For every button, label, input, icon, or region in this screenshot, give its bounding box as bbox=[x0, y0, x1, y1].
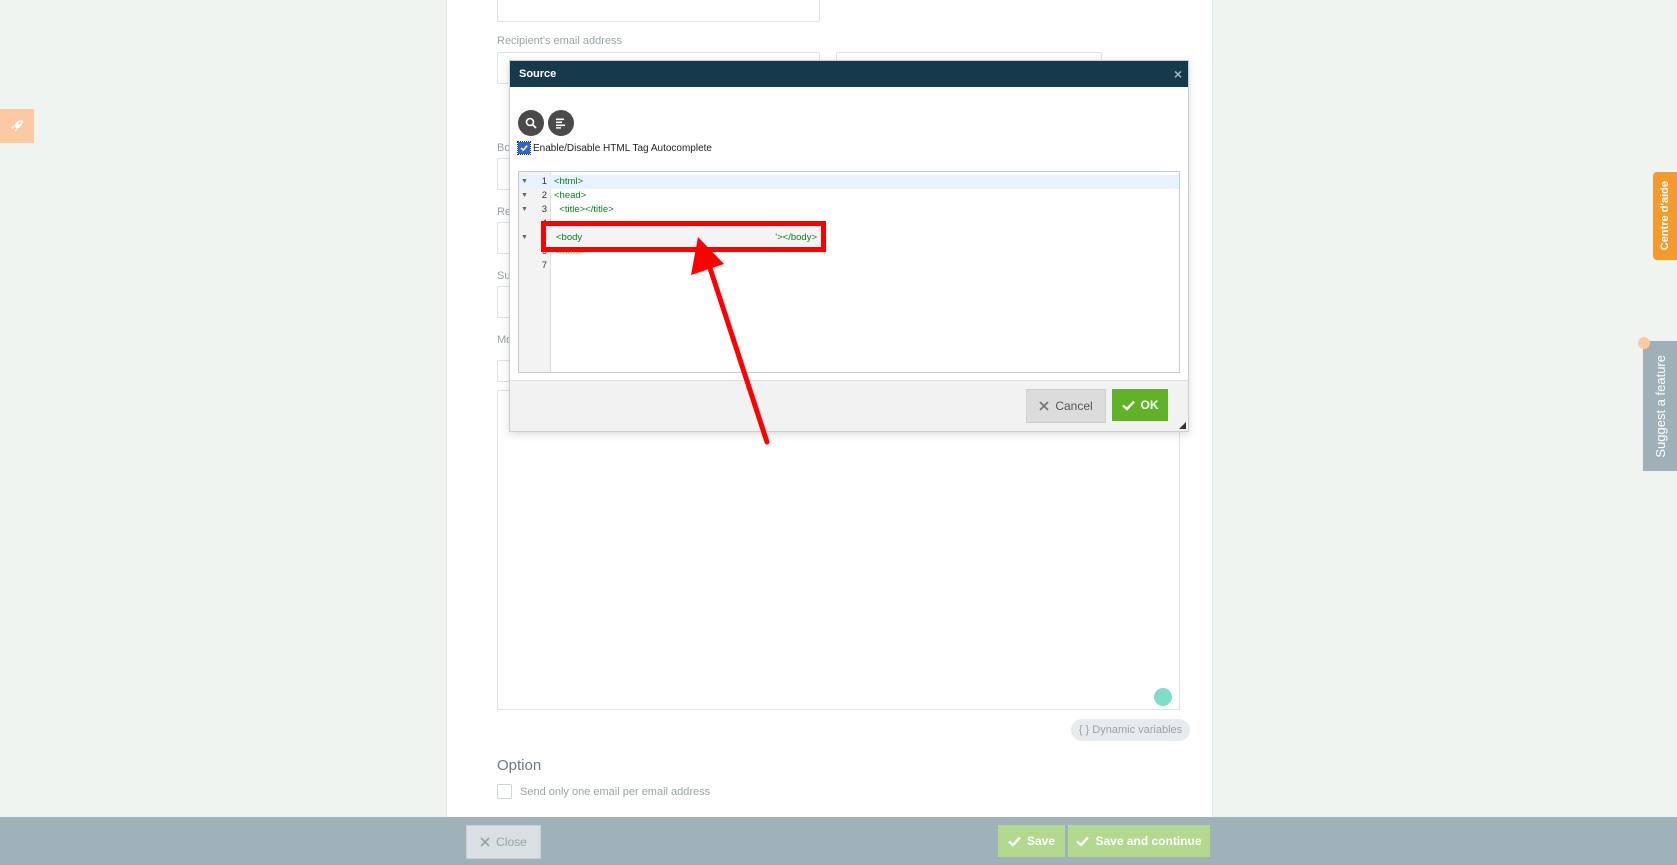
option-title: Option bbox=[497, 757, 542, 774]
code-line: ▼ 2 <head> bbox=[519, 189, 1179, 203]
suggest-feature-label: Suggest a feature bbox=[1652, 354, 1668, 458]
checkmark-icon bbox=[520, 145, 528, 152]
dynamic-variables-button[interactable]: { } Dynamic variables bbox=[1071, 719, 1190, 741]
grammarly-icon[interactable] bbox=[1154, 688, 1172, 706]
ok-label: OK bbox=[1140, 398, 1159, 412]
search-button[interactable] bbox=[518, 110, 544, 136]
body-tag-start: <body bbox=[556, 232, 583, 243]
annotation-highlight-box: <body '></body> bbox=[541, 221, 826, 252]
fold-arrow-icon[interactable]: ▼ bbox=[521, 231, 528, 245]
code-text: <title></title> bbox=[554, 204, 614, 215]
checkmark-icon bbox=[1008, 836, 1021, 847]
code-line: 7 bbox=[519, 259, 1179, 273]
close-button[interactable]: Close bbox=[466, 825, 541, 859]
dialog-footer: Cancel OK bbox=[510, 380, 1188, 431]
code-editor[interactable]: ▼ 1 <html> ▼ 2 <head> ▼ 3 <title></title… bbox=[518, 171, 1180, 373]
cancel-button[interactable]: Cancel bbox=[1026, 389, 1106, 423]
line-number: 1 bbox=[541, 176, 547, 187]
fold-arrow-icon[interactable]: ▼ bbox=[521, 175, 528, 189]
close-icon bbox=[480, 837, 490, 847]
recipient-email-label: Recipient's email address bbox=[497, 35, 622, 47]
one-email-checkbox[interactable] bbox=[497, 784, 512, 799]
close-icon bbox=[1039, 401, 1049, 411]
line-number: 3 bbox=[541, 204, 547, 215]
rocket-icon bbox=[11, 120, 23, 132]
help-center-label: Centre d'aide bbox=[1659, 181, 1671, 251]
code-line: ▼ 1 <html> bbox=[519, 175, 1179, 189]
line-number: 2 bbox=[541, 190, 547, 201]
previous-field-input[interactable] bbox=[497, 0, 820, 22]
option-row[interactable]: Send only one email per email address bbox=[497, 784, 710, 799]
autocomplete-checkbox[interactable] bbox=[517, 141, 531, 155]
bottom-action-bar bbox=[0, 817, 1677, 865]
dialog-close-icon[interactable]: × bbox=[1174, 61, 1182, 87]
autocomplete-label: Enable/Disable HTML Tag Autocomplete bbox=[533, 142, 712, 154]
rocket-launch-button[interactable] bbox=[0, 109, 34, 143]
checkmark-icon bbox=[1121, 400, 1135, 411]
checkmark-icon bbox=[1076, 836, 1090, 847]
save-and-continue-label: Save and continue bbox=[1095, 834, 1202, 848]
save-and-continue-button[interactable]: Save and continue bbox=[1068, 825, 1210, 857]
message-body-editor[interactable] bbox=[497, 390, 1180, 710]
save-label: Save bbox=[1026, 834, 1056, 848]
body-tag-end: '></body> bbox=[775, 232, 817, 243]
dialog-title: Source bbox=[519, 68, 557, 80]
dialog-header: Source × bbox=[510, 61, 1188, 87]
ok-button[interactable]: OK bbox=[1112, 389, 1168, 421]
one-email-label: Send only one email per email address bbox=[520, 785, 711, 798]
format-code-button[interactable] bbox=[548, 110, 574, 136]
code-text: <html> bbox=[554, 176, 584, 187]
cancel-label: Cancel bbox=[1055, 399, 1093, 413]
line-number: 7 bbox=[541, 260, 547, 271]
help-center-tab[interactable]: Centre d'aide bbox=[1653, 172, 1677, 260]
notification-dot bbox=[1638, 337, 1650, 349]
search-icon bbox=[525, 117, 537, 129]
code-text: <head> bbox=[554, 190, 587, 201]
fold-arrow-icon[interactable]: ▼ bbox=[521, 203, 528, 217]
code-line: ▼ 3 <title></title> bbox=[519, 203, 1179, 217]
close-label: Close bbox=[496, 835, 527, 849]
align-left-icon bbox=[556, 118, 565, 129]
resize-handle-icon[interactable] bbox=[1179, 422, 1186, 429]
fold-arrow-icon[interactable]: ▼ bbox=[521, 189, 528, 203]
suggest-feature-tab[interactable]: Suggest a feature bbox=[1643, 341, 1677, 471]
autocomplete-toggle-row[interactable]: Enable/Disable HTML Tag Autocomplete bbox=[517, 141, 712, 155]
save-button[interactable]: Save bbox=[998, 825, 1065, 857]
